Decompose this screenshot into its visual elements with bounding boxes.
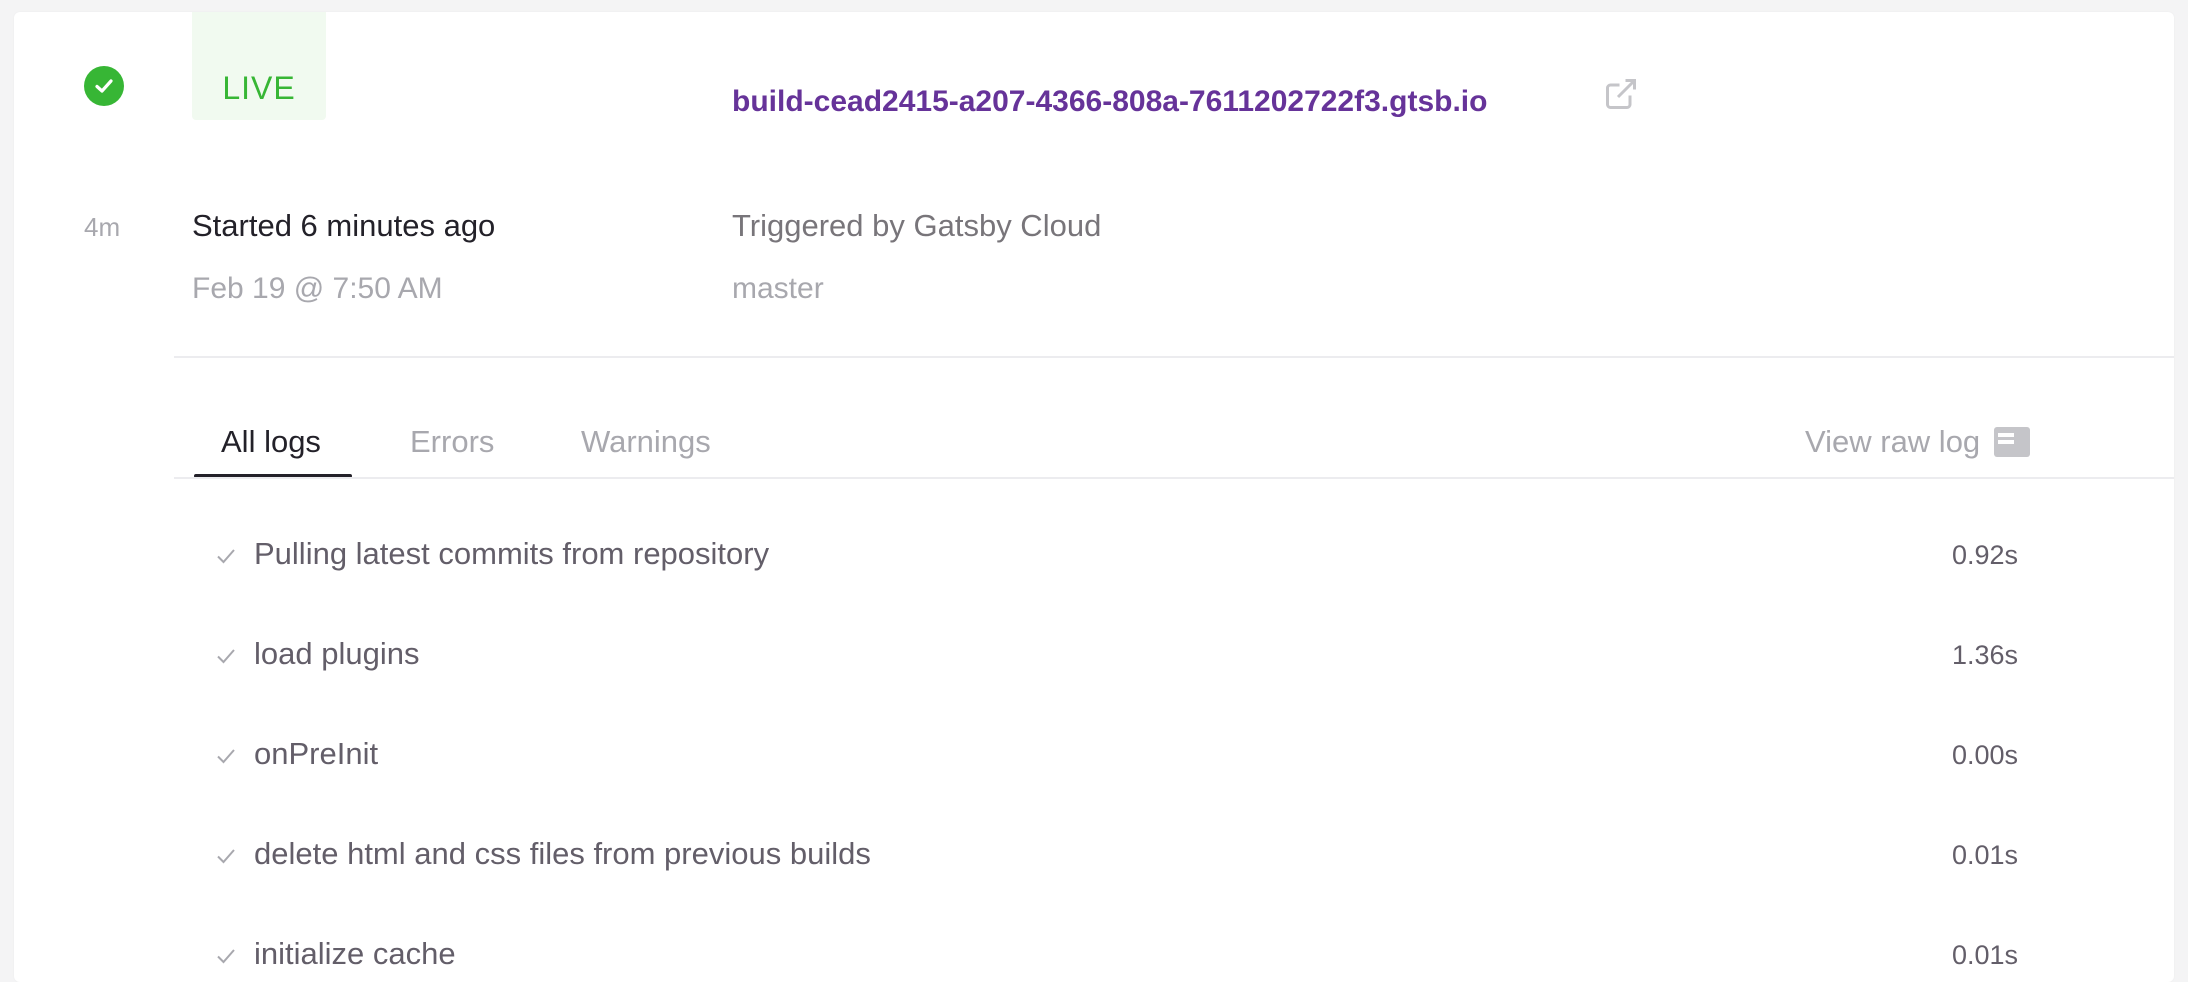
tab-errors[interactable]: Errors	[410, 424, 494, 460]
log-step-row[interactable]: initialize cache 0.01s	[204, 936, 2018, 976]
success-check-circle-icon	[84, 66, 124, 106]
section-divider	[174, 356, 2174, 358]
log-step-row[interactable]: onPreInit 0.00s	[204, 736, 2018, 776]
log-step-label: load plugins	[254, 636, 420, 671]
log-step-time: 1.36s	[1951, 640, 2018, 670]
build-branch: master	[732, 272, 824, 305]
external-link-icon[interactable]	[1603, 76, 1639, 112]
log-step-time: 0.00s	[1951, 740, 2018, 770]
build-url-link[interactable]: build-cead2415-a207-4366-808a-7611202722…	[732, 85, 1487, 119]
log-step-label: delete html and css files from previous …	[254, 836, 871, 871]
log-step-label: initialize cache	[254, 936, 456, 971]
build-card: LIVE build-cead2415-a207-4366-808a-76112…	[14, 12, 2174, 982]
build-started-text: Started 6 minutes ago	[192, 208, 496, 243]
log-step-label: onPreInit	[254, 736, 379, 771]
checkmark-icon	[217, 849, 235, 864]
log-step-time: 0.01s	[1951, 940, 2018, 970]
tab-all-logs[interactable]: All logs	[221, 424, 321, 460]
build-trigger-source: Triggered by Gatsby Cloud	[732, 208, 1102, 243]
checkmark-icon	[217, 549, 235, 564]
tab-warnings[interactable]: Warnings	[581, 424, 711, 460]
log-step-label: Pulling latest commits from repository	[254, 536, 770, 571]
log-step-row[interactable]: load plugins 1.36s	[204, 636, 2018, 676]
build-duration: 4m	[84, 212, 121, 242]
checkmark-icon	[217, 749, 235, 764]
log-step-time: 0.92s	[1951, 540, 2018, 570]
log-step-row[interactable]: delete html and css files from previous …	[204, 836, 2018, 876]
view-raw-log-label: View raw log	[1805, 424, 1981, 459]
log-step-time: 0.01s	[1951, 840, 2018, 870]
status-badge: LIVE	[192, 12, 326, 120]
build-date: Feb 19 @ 7:50 AM	[192, 272, 443, 305]
status-badge-label: LIVE	[222, 70, 296, 106]
checkmark-icon	[217, 649, 235, 664]
log-step-row[interactable]: Pulling latest commits from repository 0…	[204, 536, 2018, 576]
view-raw-log-button[interactable]: View raw log	[1805, 424, 2031, 460]
document-icon	[1994, 427, 2031, 457]
checkmark-icon	[217, 949, 235, 964]
tabs-divider	[174, 477, 2174, 479]
